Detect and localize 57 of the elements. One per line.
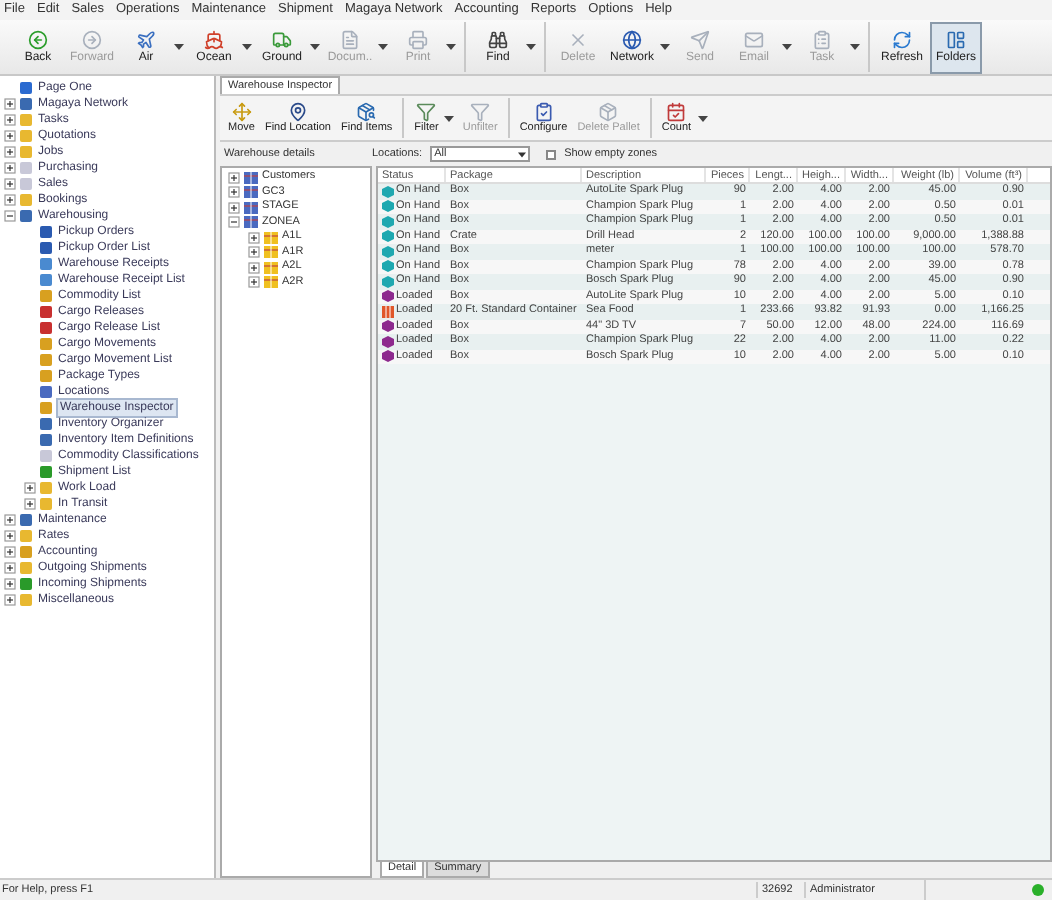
expander-icon[interactable]: [248, 261, 260, 274]
expander-icon[interactable]: [248, 246, 260, 259]
plane-icon: [136, 29, 156, 49]
dropdown-caret-icon: [660, 44, 670, 50]
expander-icon[interactable]: [4, 114, 16, 126]
delete-icon: [568, 29, 588, 49]
expander-icon[interactable]: [248, 276, 260, 289]
expander-icon[interactable]: [228, 216, 240, 229]
dropdown-caret-icon: [518, 151, 527, 157]
expander-icon[interactable]: [24, 482, 36, 494]
dropdown-caret-icon: [444, 115, 455, 121]
expander-icon[interactable]: [4, 194, 16, 206]
expander-icon[interactable]: [228, 171, 240, 184]
dropdown-caret-icon: [310, 44, 320, 50]
refresh-icon: [892, 29, 912, 49]
ship-icon: [204, 29, 224, 49]
filter-icon: [470, 101, 491, 121]
checkbox[interactable]: [546, 149, 557, 159]
send-icon: [690, 29, 710, 49]
expander-icon[interactable]: [4, 146, 16, 158]
expander-icon[interactable]: [228, 186, 240, 199]
expander-icon[interactable]: [4, 530, 16, 542]
expander-icon[interactable]: [248, 231, 260, 244]
expander-icon[interactable]: [228, 201, 240, 214]
items-icon: [356, 101, 377, 121]
dropdown-caret-icon: [782, 44, 792, 50]
calendar-icon: [666, 101, 687, 121]
dropdown-caret-icon: [850, 44, 860, 50]
dropdown-caret-icon: [378, 44, 388, 50]
task-icon: [812, 29, 832, 49]
mail-icon: [744, 29, 764, 49]
truck-icon: [272, 29, 292, 49]
move-icon: [231, 101, 252, 121]
expander-icon[interactable]: [4, 562, 16, 574]
expander-icon[interactable]: [4, 162, 16, 174]
expander-icon[interactable]: [4, 210, 16, 222]
expander-icon[interactable]: [4, 98, 16, 110]
expander-icon[interactable]: [4, 546, 16, 558]
location-icon: [287, 101, 308, 121]
binoculars-icon: [488, 29, 508, 49]
expander-icon[interactable]: [4, 594, 16, 606]
printer-icon: [408, 29, 428, 49]
dropdown-caret-icon: [174, 44, 184, 50]
expander-icon[interactable]: [4, 578, 16, 590]
expander-icon[interactable]: [4, 514, 16, 526]
dropdown-caret-icon: [242, 44, 252, 50]
globe-icon: [622, 29, 642, 49]
dropdown-caret-icon: [697, 115, 708, 121]
expander-icon[interactable]: [4, 178, 16, 190]
dropdown-caret-icon: [446, 44, 456, 50]
clipboard-icon: [533, 101, 554, 121]
filter-icon: [416, 101, 437, 121]
dropdown-caret-icon: [526, 44, 536, 50]
expander-icon[interactable]: [24, 498, 36, 510]
expander-icon[interactable]: [4, 130, 16, 142]
folders-icon: [946, 29, 966, 49]
document-icon: [340, 29, 360, 49]
